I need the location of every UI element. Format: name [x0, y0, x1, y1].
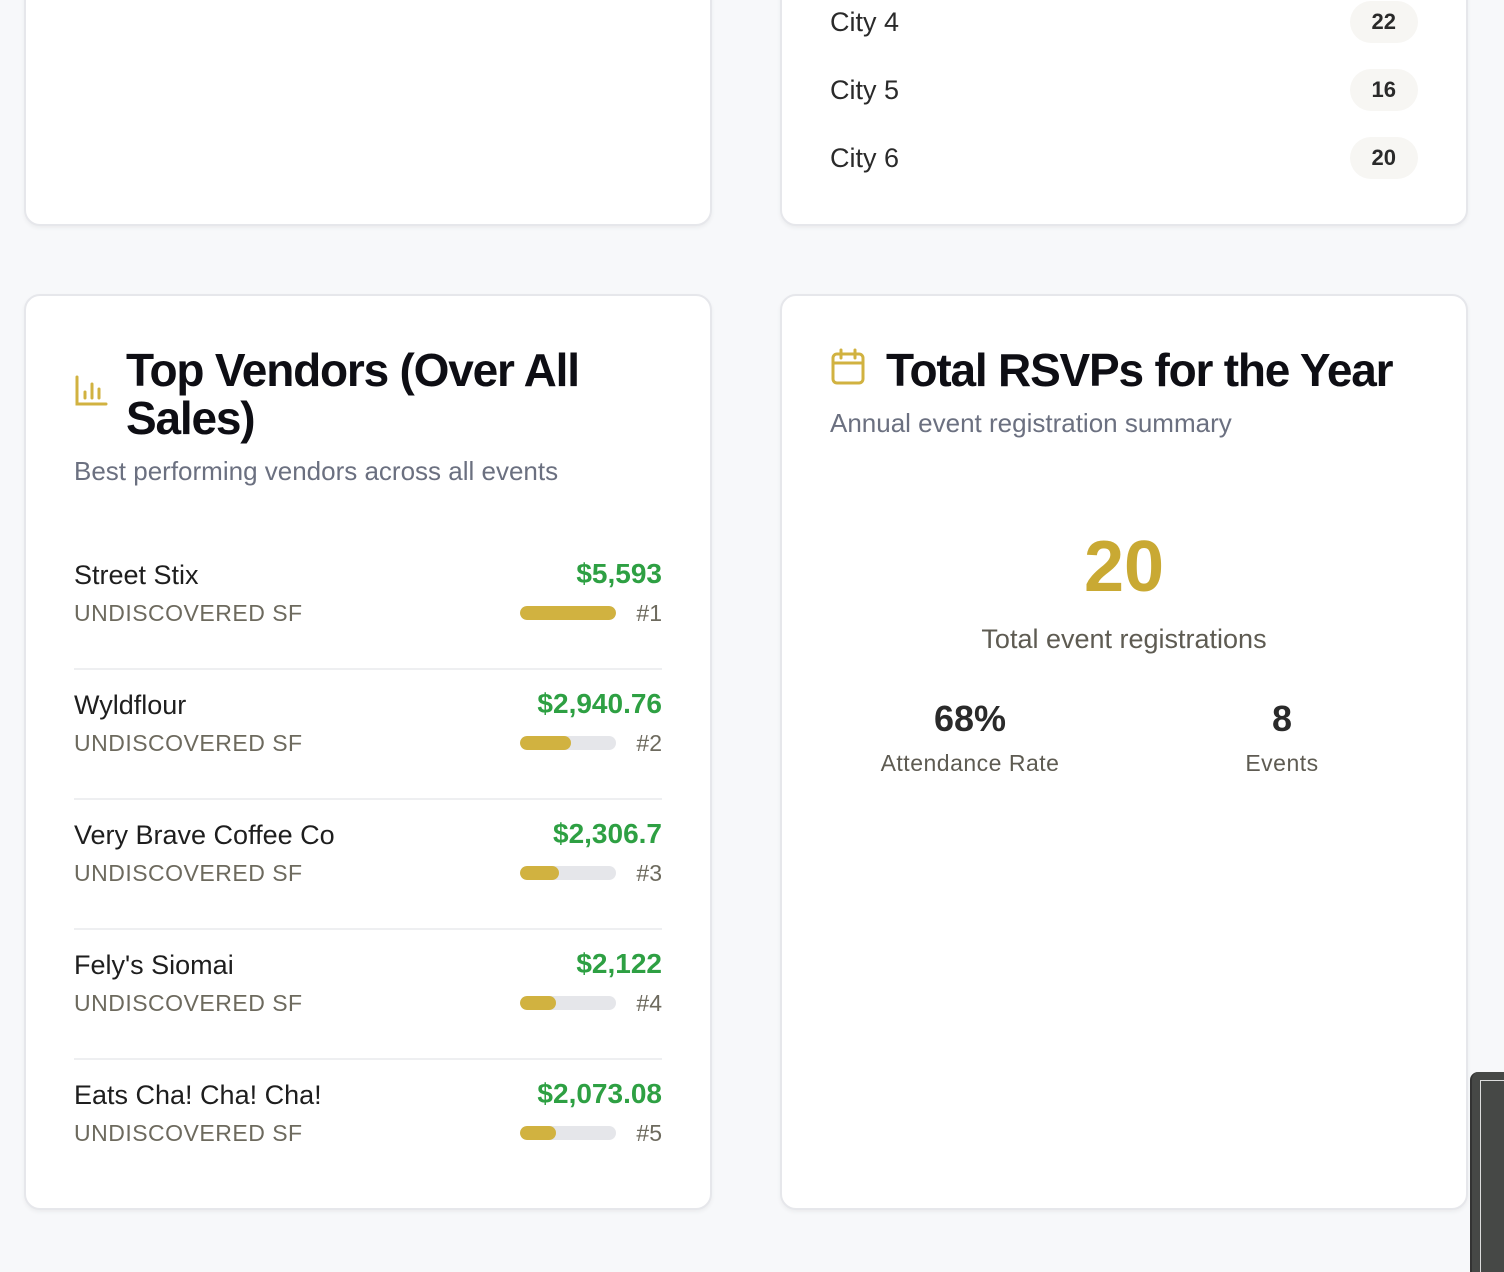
city-row: City 6 20: [830, 136, 1418, 180]
calendar-icon: [831, 348, 865, 385]
vendor-org: UNDISCOVERED SF: [74, 860, 303, 886]
vendor-sales: $2,122: [576, 948, 662, 979]
vendor-sales: $2,306.7: [553, 818, 662, 849]
vendor-sales-bar-fill: [520, 866, 560, 880]
vendor-rank: #3: [636, 860, 662, 886]
vendor-row: Very Brave Coffee Co UNDISCOVERED SF $2,…: [74, 800, 662, 930]
city-row: City 5 16: [830, 68, 1418, 112]
total-rsvps-value: 20: [1083, 527, 1165, 607]
vendor-sales-bar: [520, 1126, 616, 1140]
chart-card: [24, 0, 712, 226]
top-vendors-card: Top Vendors (Over All Sales) Best perfor…: [24, 294, 712, 1210]
city-name: City 5: [830, 74, 900, 105]
vendor-sales-bar-fill: [520, 1126, 556, 1140]
floating-panel[interactable]: [1470, 1072, 1504, 1272]
vendor-org: UNDISCOVERED SF: [74, 990, 303, 1016]
events-value: 8: [1271, 698, 1293, 739]
city-name: City 4: [830, 6, 900, 37]
vendor-sales: $5,593: [576, 558, 662, 589]
card-subtitle: Best performing vendors across all event…: [74, 456, 559, 486]
card-subtitle: Annual event registration summary: [830, 408, 1232, 438]
city-name: City 6: [830, 142, 900, 173]
card-title: Total RSVPs for the Year: [886, 344, 1394, 396]
vendor-sales-bar-fill: [520, 606, 616, 620]
city-count-badge: 20: [1349, 137, 1418, 179]
vendor-sales-bar: [520, 866, 616, 880]
vendor-rank: #4: [636, 990, 662, 1016]
vendor-name: Wyldflour: [74, 690, 187, 720]
vendor-row: Eats Cha! Cha! Cha! UNDISCOVERED SF $2,0…: [74, 1060, 662, 1190]
vendor-row: Fely's Siomai UNDISCOVERED SF $2,122 #4: [74, 930, 662, 1060]
vendor-row: Wyldflour UNDISCOVERED SF $2,940.76 #2: [74, 670, 662, 800]
vendor-org: UNDISCOVERED SF: [74, 600, 303, 626]
vendor-name: Fely's Siomai: [74, 950, 234, 980]
city-count-badge: 16: [1349, 69, 1418, 111]
events-label: Events: [1245, 750, 1319, 776]
vendor-row: Street Stix UNDISCOVERED SF $5,593 #1: [74, 540, 662, 670]
vendor-name: Very Brave Coffee Co: [74, 820, 335, 850]
vendor-sales-bar-fill: [520, 996, 557, 1010]
vendor-rank: #1: [636, 600, 662, 626]
vendor-org: UNDISCOVERED SF: [74, 730, 303, 756]
total-rsvps-label: Total event registrations: [981, 624, 1267, 654]
rsvps-card: Total RSVPs for the Year Annual event re…: [780, 294, 1468, 1210]
vendor-name: Eats Cha! Cha! Cha!: [74, 1080, 322, 1110]
cities-card: City 4 22 City 5 16 City 6 20: [780, 0, 1468, 226]
city-count-badge: 22: [1349, 1, 1418, 43]
vendor-org: UNDISCOVERED SF: [74, 1120, 303, 1146]
attendance-rate-label: Attendance Rate: [880, 750, 1060, 776]
vendor-sales-bar: [520, 606, 616, 620]
vendor-sales-bar: [520, 736, 616, 750]
bar-chart-icon: [75, 375, 108, 406]
vendor-rank: #2: [636, 730, 662, 756]
vendor-sales: $2,940.76: [537, 688, 662, 719]
vendor-sales: $2,073.08: [537, 1078, 662, 1109]
attendance-rate-value: 68%: [933, 698, 1007, 739]
card-title: Top Vendors (Over All Sales): [126, 344, 580, 444]
vendor-rank: #5: [636, 1120, 662, 1146]
vendor-name: Street Stix: [74, 560, 199, 590]
city-row: City 4 22: [830, 0, 1418, 44]
vendor-sales-bar: [520, 996, 616, 1010]
vendor-sales-bar-fill: [520, 736, 571, 750]
